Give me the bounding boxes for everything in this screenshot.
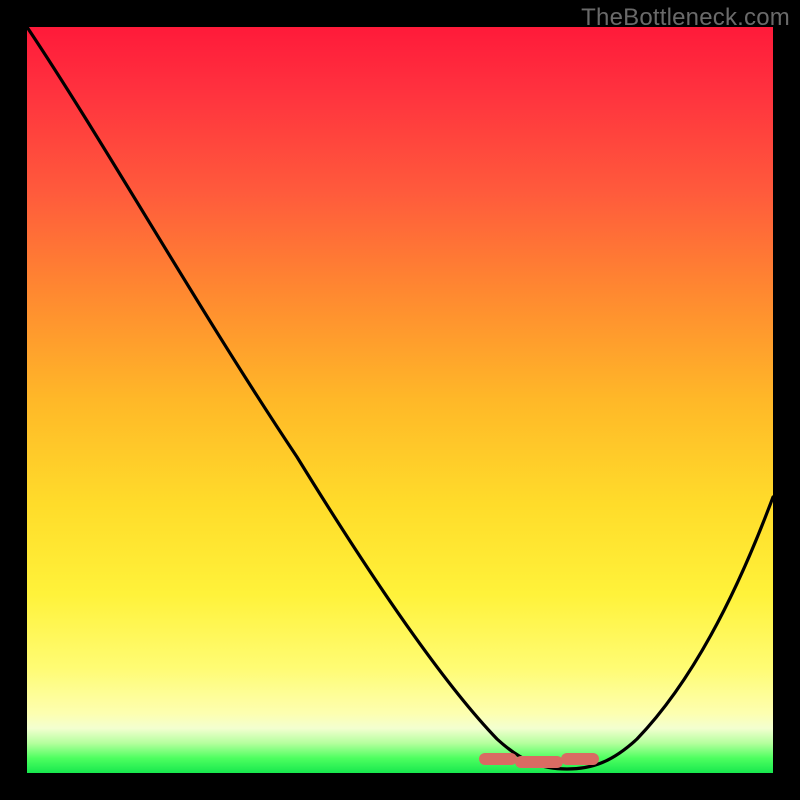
optimal-range-marker — [515, 756, 563, 768]
optimal-range-marker — [479, 753, 517, 765]
bottleneck-curve — [27, 27, 773, 773]
watermark-text: TheBottleneck.com — [581, 4, 790, 32]
plot-area — [27, 27, 773, 773]
chart-frame: TheBottleneck.com — [0, 0, 800, 800]
optimal-range-marker — [561, 753, 599, 765]
